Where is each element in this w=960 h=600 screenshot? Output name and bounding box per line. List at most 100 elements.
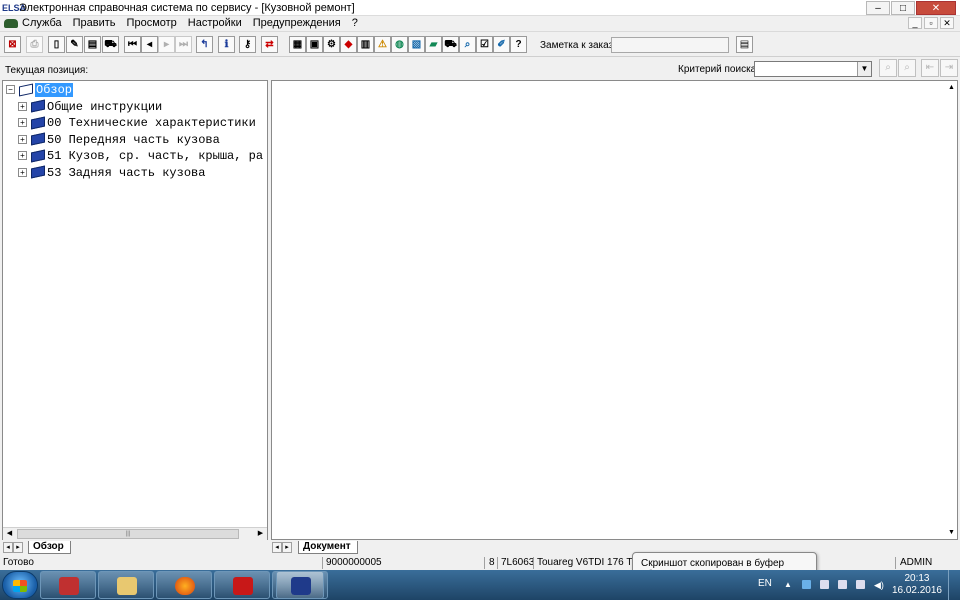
prev-icon[interactable]: ◂	[141, 36, 158, 53]
maximize-button[interactable]: □	[891, 1, 915, 15]
print-icon[interactable]: ⎙	[26, 36, 43, 53]
search-criteria-select[interactable]: ▼	[754, 61, 872, 77]
module-5-icon[interactable]: ▥	[357, 36, 374, 53]
exit-icon[interactable]: ⊠	[4, 36, 21, 53]
warning-icon[interactable]: ⚠	[374, 36, 391, 53]
document-vertical-scrollbar[interactable]: ▲ ▼	[945, 81, 958, 539]
collapse-icon[interactable]: −	[6, 85, 15, 95]
car-toolbar-icon[interactable]: ⛟	[442, 36, 459, 53]
tree-item[interactable]: +51 Кузов, ср. часть, крыша, ра	[6, 149, 263, 166]
note-edit-icon[interactable]: ▤	[736, 36, 753, 53]
tab-prev-icon[interactable]: ◂	[272, 542, 282, 553]
book-edit-icon[interactable]: ✐	[493, 36, 510, 53]
mdi-minimize-button[interactable]: _	[908, 17, 922, 29]
tray-icon-1[interactable]	[820, 580, 829, 589]
new-doc-icon[interactable]: ▯	[48, 36, 65, 53]
scroll-down-icon[interactable]: ▼	[945, 526, 958, 539]
tray-icon-2[interactable]	[838, 580, 847, 589]
first-icon[interactable]: ⏮	[124, 36, 141, 53]
clock-time: 20:13	[904, 573, 930, 584]
edit-doc-icon[interactable]: ✎	[66, 36, 83, 53]
vehicle-icon[interactable]: ⛟	[102, 36, 119, 53]
volume-icon[interactable]: ◀)	[874, 580, 884, 590]
search-next-icon[interactable]: ⌕	[898, 59, 916, 77]
show-desktop-button[interactable]	[948, 570, 960, 600]
last-icon[interactable]: ⏭	[175, 36, 192, 53]
expand-icon[interactable]: +	[18, 118, 27, 128]
mdi-close-button[interactable]: ✕	[940, 17, 954, 29]
next-icon[interactable]: ▸	[158, 36, 175, 53]
doc-settings-icon[interactable]: ▤	[84, 36, 101, 53]
language-indicator[interactable]: EN	[758, 578, 772, 589]
tree-item-label[interactable]: Общие инструкции	[47, 100, 162, 114]
chevron-down-icon[interactable]: ▼	[857, 62, 871, 76]
close-button[interactable]: ✕	[916, 1, 956, 15]
module-3-icon[interactable]: ⚙	[323, 36, 340, 53]
menu-settings[interactable]: Настройки	[188, 17, 242, 29]
scroll-right-icon[interactable]: ▶	[254, 528, 267, 540]
menu-warnings[interactable]: Предупреждения	[253, 17, 341, 29]
expand-icon[interactable]: +	[18, 134, 27, 144]
tree-item-label[interactable]: 51 Кузов, ср. часть, крыша, ра	[47, 149, 263, 163]
book-green-icon[interactable]: ▰	[425, 36, 442, 53]
tree-root[interactable]: − Обзор	[6, 83, 263, 100]
search-icon[interactable]: ⌕	[879, 59, 897, 77]
tree-item-label[interactable]: 50 Передняя часть кузова	[47, 133, 220, 147]
network-tray-icon[interactable]	[802, 580, 811, 589]
module-4-icon[interactable]: ◆	[340, 36, 357, 53]
key-icon[interactable]: ⚷	[239, 36, 256, 53]
scroll-up-icon[interactable]: ▲	[945, 81, 958, 94]
minimize-button[interactable]: –	[866, 1, 890, 15]
expand-right-icon[interactable]: ⇥	[940, 59, 958, 77]
expand-icon[interactable]: +	[18, 167, 27, 177]
start-button[interactable]	[2, 571, 38, 599]
tray-expand-icon[interactable]: ▲	[784, 580, 794, 589]
expand-left-icon[interactable]: ⇤	[921, 59, 939, 77]
taskbar-app-elsa[interactable]	[276, 571, 324, 599]
taskbar-app-acrobat[interactable]	[214, 571, 270, 599]
swap-icon[interactable]: ⇄	[261, 36, 278, 53]
tree-item[interactable]: +53 Задняя часть кузова	[6, 166, 263, 183]
tab-overview[interactable]: Обзор	[28, 541, 71, 554]
globe-icon[interactable]: ◍	[391, 36, 408, 53]
car-icon[interactable]	[4, 19, 18, 28]
module-2-icon[interactable]: ▣	[306, 36, 323, 53]
tab-next-icon[interactable]: ▸	[282, 542, 292, 553]
clock[interactable]: 20:13 16.02.2016	[892, 573, 942, 597]
tray-icon-3[interactable]	[856, 580, 865, 589]
mdi-restore-button[interactable]: ▫	[924, 17, 938, 29]
tree-item[interactable]: +00 Технические характеристики	[6, 116, 263, 133]
tree-item-label[interactable]: 00 Технические характеристики	[47, 116, 256, 130]
tree-item[interactable]: + Общие инструкции	[6, 100, 263, 117]
tree-horizontal-scrollbar[interactable]: ◀ ||| ▶	[3, 527, 267, 540]
menu-edit[interactable]: Править	[73, 17, 116, 29]
toolbar: ⊠ ⎙ ▯ ✎ ▤ ⛟ ⏮ ◂ ▸ ⏭ ↰ ℹ ⚷ ⇄ ▦ ▣ ⚙ ◆ ▥ ⚠ …	[0, 33, 960, 57]
tab-document[interactable]: Документ	[298, 541, 358, 554]
book-icon	[31, 132, 45, 146]
expand-icon[interactable]: +	[18, 101, 27, 111]
module-6-icon[interactable]: ▧	[408, 36, 425, 53]
checklist-icon[interactable]: ☑	[476, 36, 493, 53]
taskbar-app-explorer[interactable]	[98, 571, 154, 599]
tree-item[interactable]: +50 Передняя часть кузова	[6, 133, 263, 150]
tab-next-icon[interactable]: ▸	[13, 542, 23, 553]
firefox-icon	[175, 577, 195, 595]
scroll-left-icon[interactable]: ◀	[3, 528, 16, 540]
car-search-icon[interactable]: ⌕	[459, 36, 476, 53]
tree-root-label[interactable]: Обзор	[35, 83, 74, 97]
tab-prev-icon[interactable]: ◂	[3, 542, 13, 553]
right-tab-arrows: ◂ ▸	[272, 542, 292, 553]
expand-icon[interactable]: +	[18, 151, 27, 161]
scroll-thumb[interactable]: |||	[17, 529, 239, 539]
menu-service[interactable]: Служба	[22, 17, 62, 29]
help-book-icon[interactable]: ?	[510, 36, 527, 53]
menu-help[interactable]: ?	[352, 17, 358, 29]
up-level-icon[interactable]: ↰	[196, 36, 213, 53]
tree-item-label[interactable]: 53 Задняя часть кузова	[47, 166, 205, 180]
order-note-field[interactable]	[611, 37, 729, 53]
module-1-icon[interactable]: ▦	[289, 36, 306, 53]
menu-view[interactable]: Просмотр	[127, 17, 177, 29]
taskbar-app-installer[interactable]	[40, 571, 96, 599]
taskbar-app-firefox[interactable]	[156, 571, 212, 599]
info-icon[interactable]: ℹ	[218, 36, 235, 53]
